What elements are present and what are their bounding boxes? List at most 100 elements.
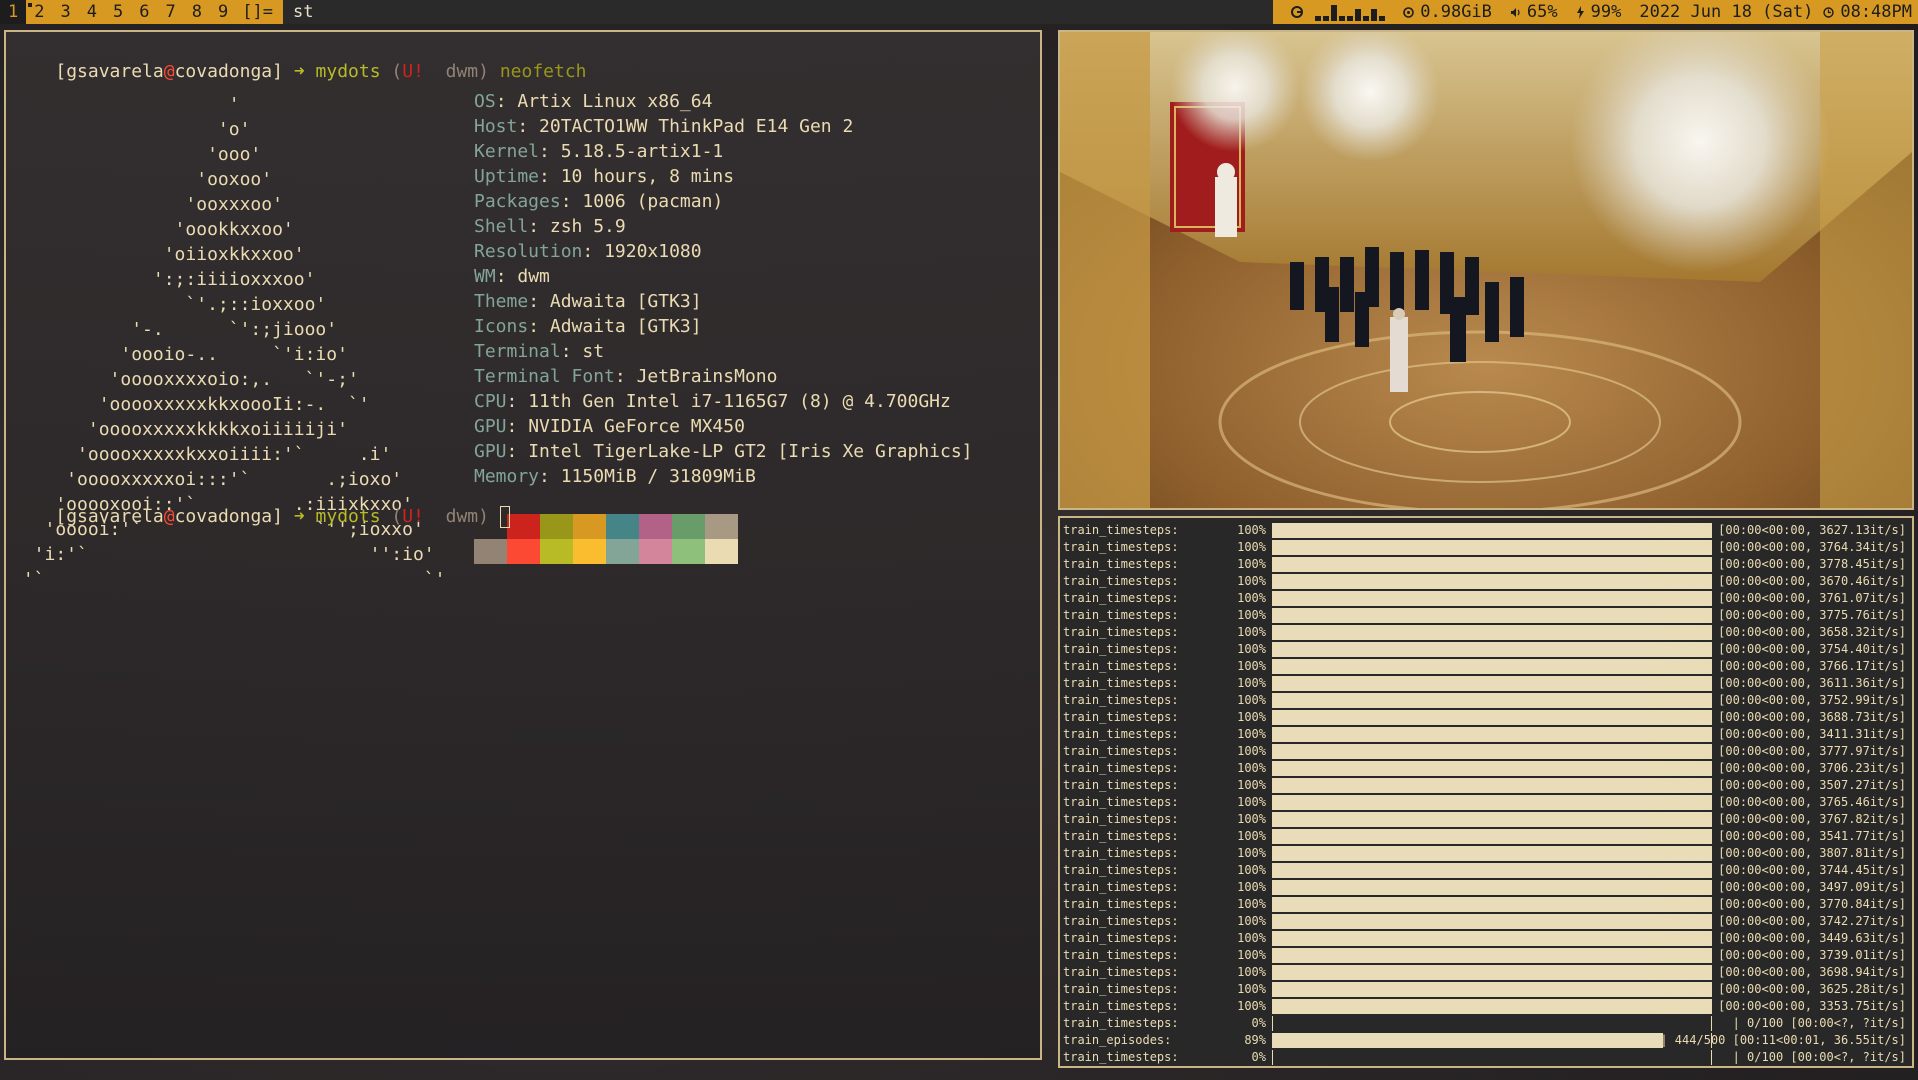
status-bar: 123456789 []= st 0.98GiB 65% 99% 2022 Ju… bbox=[0, 0, 1918, 24]
terminal-window[interactable]: [gsavarela@covadonga] ➜ mydots (U! dwm) … bbox=[4, 30, 1042, 1060]
cpu-graph-bar bbox=[1331, 5, 1338, 21]
progress-stats: | 100/100 [00:00<00:00, 3765.46it/s] bbox=[1645, 795, 1906, 809]
progress-stats: | 100/100 [00:00<00:00, 3777.97it/s] bbox=[1645, 744, 1906, 758]
progress-stats: | 100/100 [00:00<00:00, 3766.17it/s] bbox=[1645, 659, 1906, 673]
progress-label: train_timesteps: bbox=[1063, 659, 1179, 673]
progress-percent: 100% bbox=[1237, 608, 1266, 622]
logo-line: '-. `':;jiooo' bbox=[12, 319, 338, 340]
info-value: 1920x1080 bbox=[604, 241, 702, 262]
color-swatch bbox=[705, 539, 738, 564]
tag-1[interactable]: 1 bbox=[0, 0, 27, 24]
color-swatch bbox=[474, 539, 507, 564]
progress-bar bbox=[1272, 1050, 1712, 1065]
info-key: Kernel bbox=[474, 141, 540, 162]
logo-line: 'o' bbox=[12, 119, 251, 140]
info-value: zsh 5.9 bbox=[549, 216, 626, 237]
progress-row: train_timesteps: 100% | 100/100 [00:00<00:… bbox=[1060, 930, 1912, 947]
progress-percent: 100% bbox=[1237, 846, 1266, 860]
info-key: WM bbox=[474, 266, 496, 287]
progress-row: train_episodes: 89% | 444/500 [00:11<00:01… bbox=[1060, 1032, 1912, 1049]
text-cursor[interactable] bbox=[499, 506, 510, 528]
progress-percent: 100% bbox=[1237, 982, 1266, 996]
progress-row: train_timesteps: 100% | 100/100 [00:00<00:… bbox=[1060, 556, 1912, 573]
info-key: GPU bbox=[474, 441, 507, 462]
progress-row: train_timesteps: 100% | 100/100 [00:00<00:… bbox=[1060, 760, 1912, 777]
info-key: Shell bbox=[474, 216, 529, 237]
logo-line: ':;:iiiioxxxoo' bbox=[12, 269, 316, 290]
progress-label: train_episodes: bbox=[1063, 1033, 1172, 1047]
tag-2[interactable]: 2 bbox=[26, 0, 52, 24]
progress-row: train_timesteps: 100% | 100/100 [00:00<00:… bbox=[1060, 862, 1912, 879]
progress-label: train_timesteps: bbox=[1063, 812, 1179, 826]
prompt-at: @ bbox=[163, 61, 175, 82]
progress-stats: | 0/100 [00:00<?, ?it/s] bbox=[1732, 1016, 1906, 1030]
color-swatch bbox=[639, 514, 672, 539]
cpu-graph-bar bbox=[1323, 16, 1330, 21]
info-value: 10 hours, 8 mins bbox=[560, 166, 735, 187]
progress-row: train_timesteps: 100% | 100/100 [00:00<00:… bbox=[1060, 981, 1912, 998]
progress-stats: | 100/100 [00:00<00:00, 3770.84it/s] bbox=[1645, 897, 1906, 911]
progress-label: train_timesteps: bbox=[1063, 557, 1179, 571]
prompt-dir: mydots bbox=[315, 61, 381, 82]
tag-4[interactable]: 4 bbox=[79, 0, 105, 24]
tag-7[interactable]: 7 bbox=[158, 0, 184, 24]
progress-row: train_timesteps: 100% | 100/100 [00:00<00:… bbox=[1060, 879, 1912, 896]
tag-3[interactable]: 3 bbox=[53, 0, 79, 24]
progress-percent: 100% bbox=[1237, 778, 1266, 792]
palace-hall-photo bbox=[1060, 32, 1912, 508]
cpu-graph-icon bbox=[1291, 6, 1304, 18]
info-row: Kernel: 5.18.5-artix1-1 bbox=[474, 141, 724, 162]
tag-label: 3 bbox=[60, 2, 71, 22]
tag-5[interactable]: 5 bbox=[105, 0, 131, 24]
progress-stats: | 100/100 [00:00<00:00, 3761.07it/s] bbox=[1645, 591, 1906, 605]
color-swatch bbox=[507, 514, 540, 539]
progress-percent: 100% bbox=[1237, 948, 1266, 962]
progress-label: train_timesteps: bbox=[1063, 897, 1179, 911]
tag-6[interactable]: 6 bbox=[131, 0, 157, 24]
memory-icon bbox=[1403, 6, 1415, 18]
progress-row: train_timesteps: 100% | 100/100 [00:00<00:… bbox=[1060, 590, 1912, 607]
info-value: dwm bbox=[517, 266, 550, 287]
progress-row: train_timesteps: 100% | 100/100 [00:00<00:… bbox=[1060, 692, 1912, 709]
tag-9[interactable]: 9 bbox=[210, 0, 236, 24]
progress-stats: | 100/100 [00:00<00:00, 3353.75it/s] bbox=[1645, 999, 1906, 1013]
volume-widget[interactable]: 65% bbox=[1510, 0, 1558, 24]
progress-label: train_timesteps: bbox=[1063, 727, 1179, 741]
info-row: GPU: NVIDIA GeForce MX450 bbox=[474, 416, 745, 437]
progress-row: train_timesteps: 100% | 100/100 [00:00<00:… bbox=[1060, 641, 1912, 658]
logo-line: 'ooooxxxxxkkkkxoiiiiiji' bbox=[12, 419, 348, 440]
layout-indicator[interactable]: []= bbox=[236, 0, 283, 24]
progress-bar bbox=[1272, 1016, 1712, 1031]
info-value: 11th Gen Intel i7-1165G7 (8) @ 4.700GHz bbox=[528, 391, 951, 412]
cpu-widget bbox=[1291, 3, 1386, 21]
progress-stats: | 100/100 [00:00<00:00, 3670.46it/s] bbox=[1645, 574, 1906, 588]
progress-label: train_timesteps: bbox=[1063, 1016, 1179, 1030]
tag-8[interactable]: 8 bbox=[184, 0, 210, 24]
progress-row: train_timesteps: 100% | 100/100 [00:00<00:… bbox=[1060, 811, 1912, 828]
tag-label: 4 bbox=[86, 2, 97, 22]
info-value: 20TACTO1WW ThinkPad E14 Gen 2 bbox=[539, 116, 854, 137]
progress-percent: 100% bbox=[1237, 795, 1266, 809]
progress-bar-fill bbox=[1273, 1033, 1663, 1048]
progress-row: train_timesteps: 100% | 100/100 [00:00<00:… bbox=[1060, 539, 1912, 556]
prompt-line-active[interactable]: [gsavarela@covadonga] ➜ mydots (U! dwm) bbox=[12, 481, 510, 528]
clock-widget: 08:48PM bbox=[1823, 0, 1912, 24]
progress-row: train_timesteps: 0% | 0/100 [00:00<?, ?it/… bbox=[1060, 1015, 1912, 1032]
progress-percent: 100% bbox=[1237, 642, 1266, 656]
progress-label: train_timesteps: bbox=[1063, 931, 1179, 945]
info-key: Uptime bbox=[474, 166, 540, 187]
info-value: NVIDIA GeForce MX450 bbox=[528, 416, 745, 437]
color-swatch bbox=[606, 539, 639, 564]
image-viewer-window[interactable] bbox=[1058, 30, 1914, 510]
logo-line: 'i:'` '':io' bbox=[12, 544, 435, 565]
progress-stats: | 100/100 [00:00<00:00, 3764.34it/s] bbox=[1645, 540, 1906, 554]
info-row: Packages: 1006 (pacman) bbox=[474, 191, 724, 212]
progress-label: train_timesteps: bbox=[1063, 863, 1179, 877]
progress-label: train_timesteps: bbox=[1063, 710, 1179, 724]
progress-percent: 100% bbox=[1237, 676, 1266, 690]
logo-line: ' bbox=[12, 94, 240, 115]
progress-label: train_timesteps: bbox=[1063, 1050, 1179, 1064]
color-palette bbox=[474, 514, 738, 564]
training-progress-window[interactable]: train_timesteps: 100% | 100/100 [00:00<00:… bbox=[1058, 516, 1914, 1068]
progress-label: train_timesteps: bbox=[1063, 625, 1179, 639]
